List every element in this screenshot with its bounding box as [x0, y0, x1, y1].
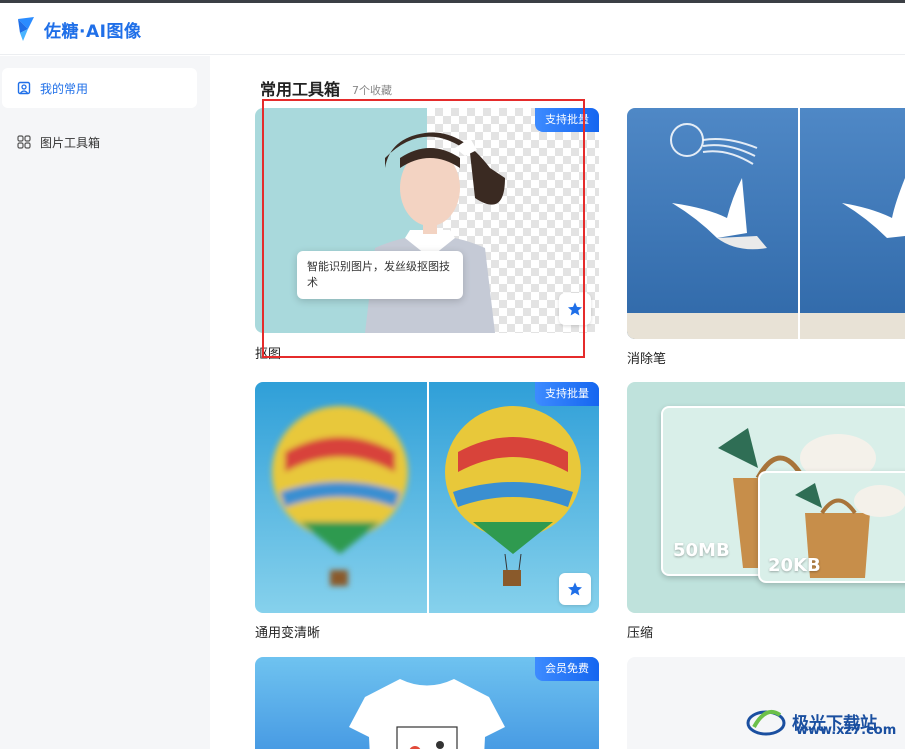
- sidebar-item-favorites[interactable]: 我的常用: [2, 68, 197, 108]
- tool-card-compress[interactable]: 50MB 20KB 压缩: [627, 382, 905, 641]
- tool-thumbnail[interactable]: 会员免费: [255, 657, 599, 749]
- tool-card-eraser[interactable]: 消除笔: [627, 108, 905, 367]
- star-icon: [568, 582, 582, 596]
- seagull-illustration: [627, 108, 905, 339]
- tool-thumbnail[interactable]: [627, 108, 905, 339]
- header: 佐糖·AI图像: [0, 3, 905, 55]
- tool-thumbnail[interactable]: 智能识别图片，发丝级抠图技术 支持批量: [255, 108, 599, 333]
- tool-card-cutout[interactable]: 智能识别图片，发丝级抠图技术 支持批量 抠图: [255, 108, 599, 362]
- member-free-badge: 会员免费: [535, 657, 599, 681]
- watermark-logo-icon: [746, 710, 786, 736]
- portrait-illustration: [365, 132, 505, 333]
- star-icon: [568, 302, 582, 316]
- logo-text: 佐糖·AI图像: [44, 21, 142, 42]
- sidebar-item-label: 图片工具箱: [40, 135, 101, 150]
- favorites-icon: [16, 80, 32, 96]
- main-content: 常用工具箱 7个收藏 智能识别图片，发丝级抠图技术 支持批量 抠图 消除笔 支持…: [210, 56, 905, 749]
- tool-label: 压缩: [627, 626, 654, 641]
- tool-card-enhance[interactable]: 支持批量 通用变清晰: [255, 382, 599, 641]
- tool-thumbnail[interactable]: 50MB 20KB: [627, 382, 905, 613]
- tool-tooltip: 智能识别图片，发丝级抠图技术: [297, 251, 463, 299]
- sidebar-item-label: 我的常用: [40, 81, 89, 96]
- favorite-star-button[interactable]: [559, 573, 591, 605]
- section-count: 7个收藏: [352, 84, 392, 97]
- watermark-url: www.xz7.com: [796, 723, 897, 738]
- grid-icon: [16, 134, 32, 150]
- tool-label: 抠图: [255, 347, 282, 362]
- sidebar: 我的常用 图片工具箱: [0, 56, 210, 749]
- compare-divider[interactable]: [427, 382, 429, 613]
- tool-label: 通用变清晰: [255, 626, 321, 641]
- compare-divider[interactable]: [798, 108, 800, 339]
- tool-label: 消除笔: [627, 352, 667, 367]
- tool-thumbnail[interactable]: 支持批量: [255, 382, 599, 613]
- batch-badge: 支持批量: [535, 108, 599, 132]
- sidebar-item-toolbox[interactable]: 图片工具箱: [2, 122, 197, 162]
- watermark: 极光下载站 www.xz7.com: [744, 693, 904, 749]
- size-after: 20KB: [768, 555, 821, 576]
- size-before: 50MB: [673, 540, 730, 561]
- logo[interactable]: 佐糖·AI图像: [14, 14, 141, 44]
- compressed-image-frame: 20KB: [758, 471, 905, 583]
- logo-icon: [18, 17, 34, 41]
- section-title: 常用工具箱: [260, 80, 341, 99]
- favorite-star-button[interactable]: [559, 293, 591, 325]
- batch-badge: 支持批量: [535, 382, 599, 406]
- tool-card-tshirt[interactable]: 会员免费: [255, 657, 599, 749]
